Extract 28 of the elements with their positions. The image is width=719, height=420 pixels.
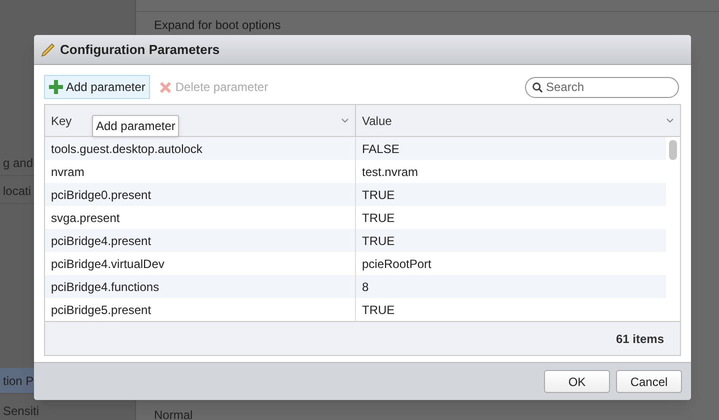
ok-button[interactable]: OK — [544, 370, 610, 393]
tooltip: Add parameter — [92, 115, 180, 137]
table-cell-text: FALSE — [361, 140, 400, 158]
search-icon — [532, 82, 543, 92]
pencil-icon — [40, 42, 56, 58]
x-icon — [159, 80, 172, 94]
scrollbar-thumb[interactable] — [669, 140, 677, 160]
table-row[interactable]: pciBridge4.functions 8 — [45, 275, 666, 298]
table-cell-text: TRUE — [361, 302, 396, 318]
dialog-title: Configuration Parameters — [60, 40, 220, 59]
table-row[interactable]: pciBridge4.present TRUE — [45, 229, 666, 252]
add-parameter-button[interactable]: Add parameter — [44, 75, 150, 99]
table-cell-text: TRUE — [361, 186, 396, 204]
column-header[interactable]: Value — [356, 105, 680, 136]
table-cell-text: TRUE — [361, 210, 396, 226]
chevron-down-icon — [666, 118, 674, 123]
table-cell-text: test.nvram — [361, 164, 420, 180]
search-field[interactable]: Search — [525, 76, 679, 98]
cancel-button[interactable]: Cancel — [616, 370, 682, 393]
table-row[interactable]: tools.guest.desktop.autolock FALSE — [45, 137, 666, 160]
plus-icon — [49, 80, 63, 94]
table-row[interactable]: pciBridge0.present TRUE — [45, 183, 666, 206]
chevron-down-icon — [341, 118, 349, 123]
table-cell-text: TRUE — [361, 232, 396, 250]
item-count: 61 items — [616, 330, 664, 348]
value-text: Normal — [154, 407, 193, 420]
table-cell-text: pcieRootPort — [361, 256, 432, 272]
table-cell-text: 8 — [361, 278, 370, 296]
